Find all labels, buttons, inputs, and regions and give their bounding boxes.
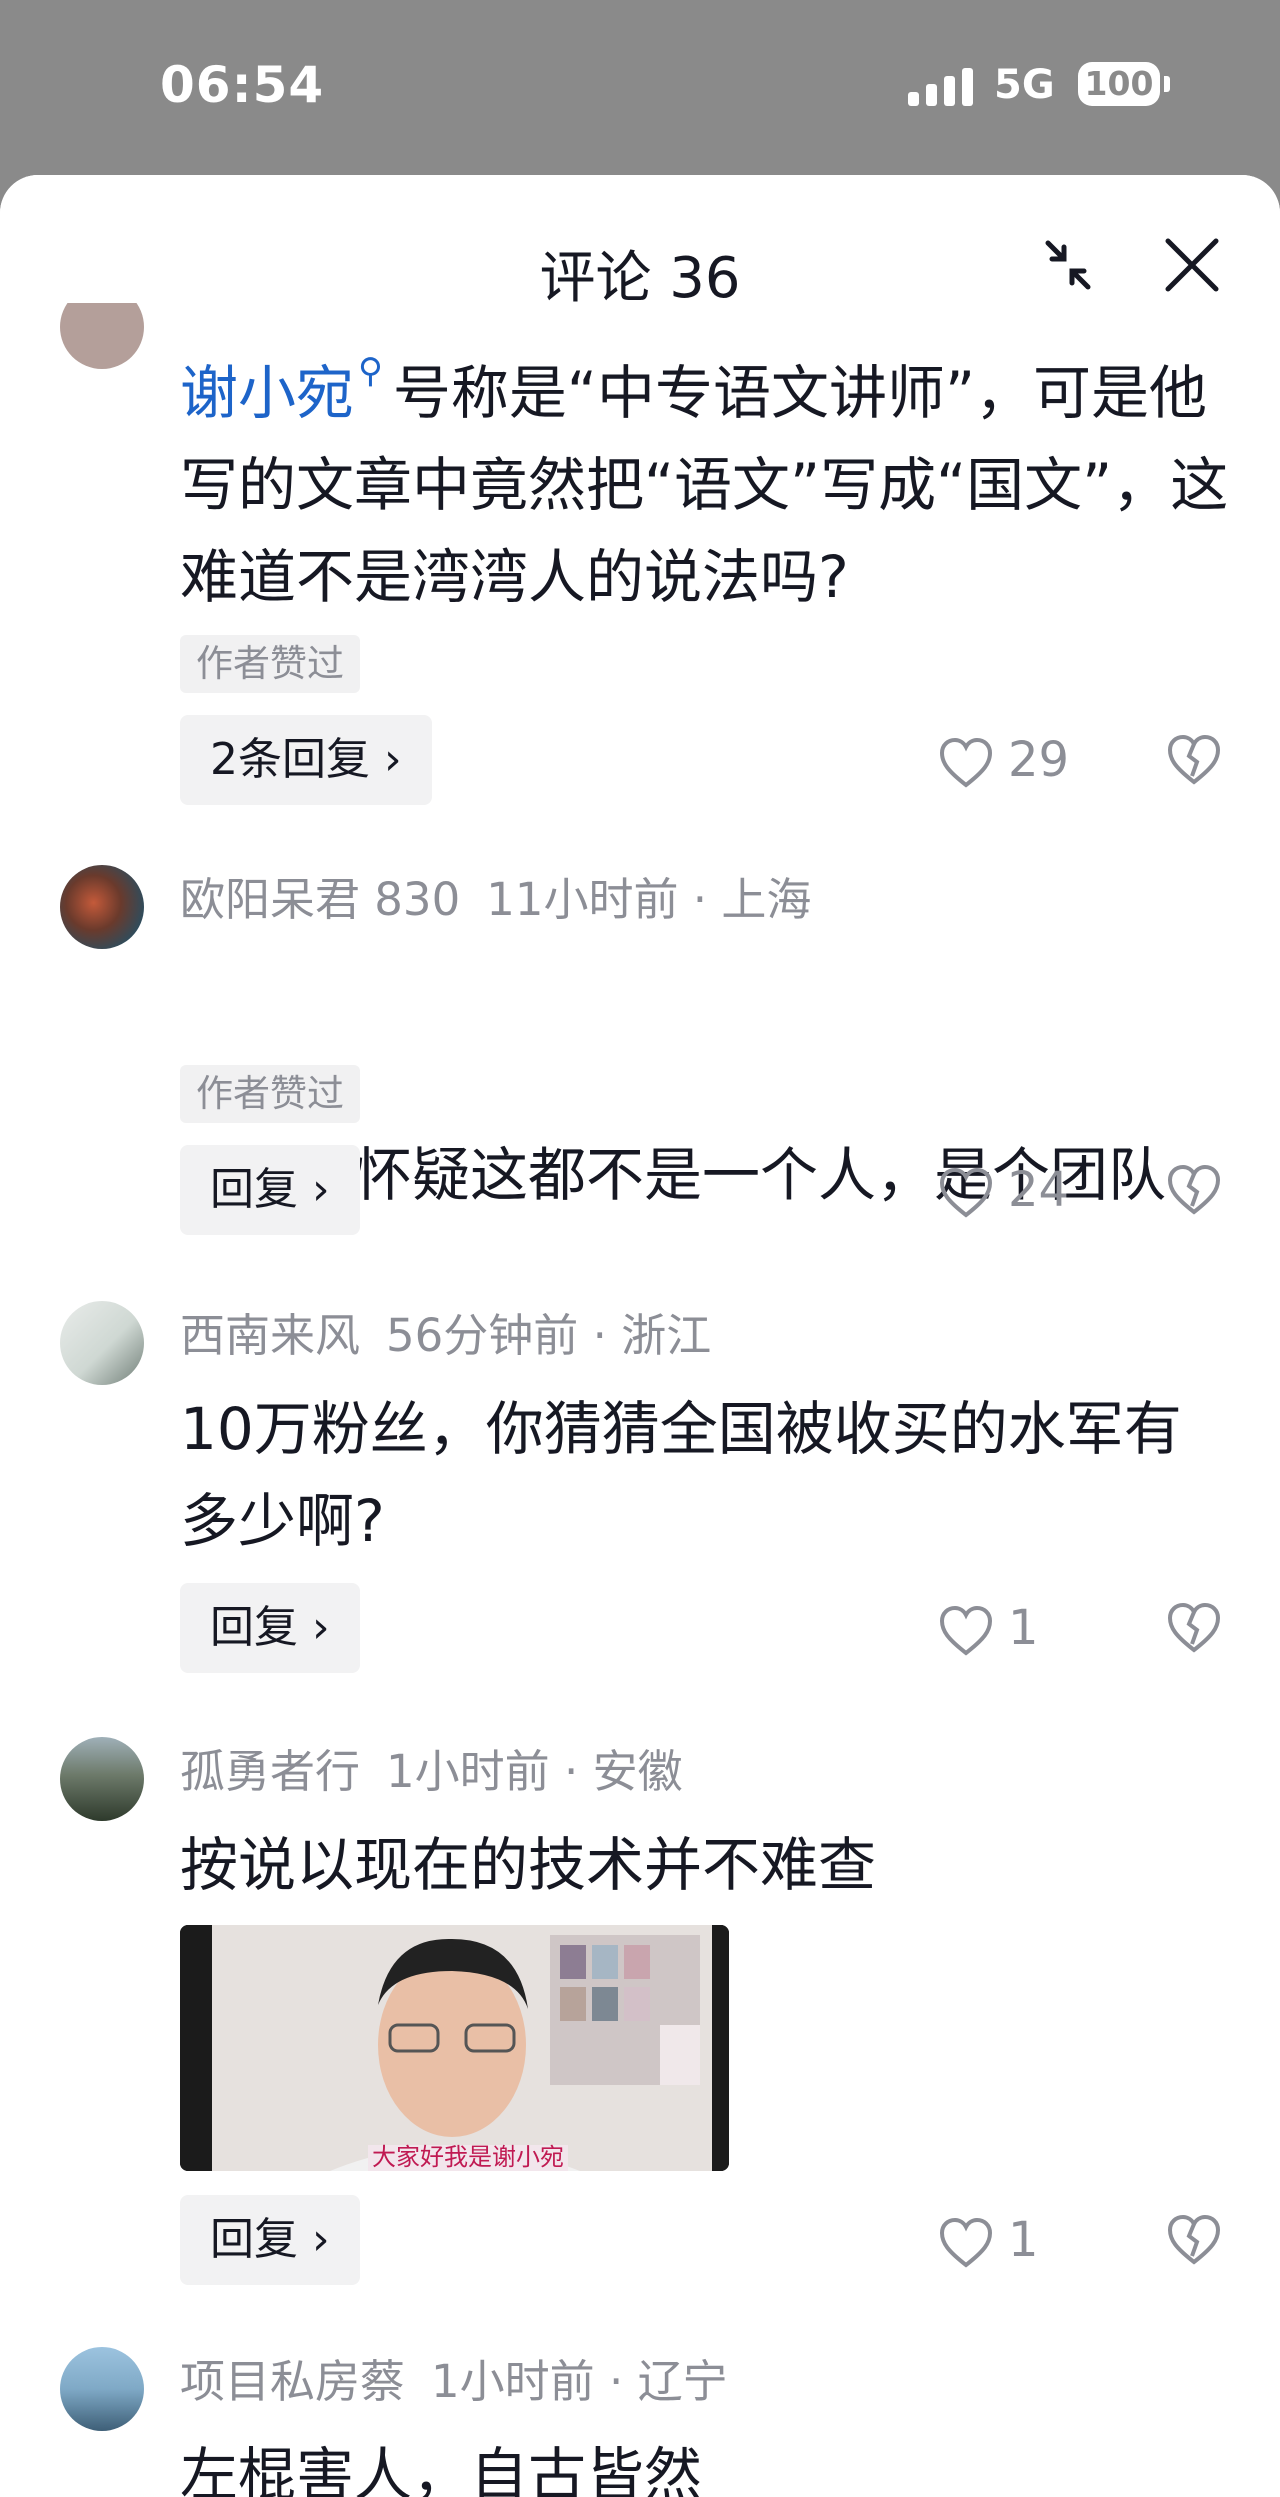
signal-icon: [908, 66, 974, 106]
broken-heart-icon: [1167, 1602, 1221, 1653]
comment-text: 左棍害人，自古皆然: [180, 2441, 703, 2497]
status-time: 06:54: [160, 56, 325, 114]
heart-icon: [939, 1167, 993, 1218]
avatar[interactable]: [60, 1301, 144, 1385]
comment-meta: 项目私房蔡 1小时前 · 辽宁: [180, 2355, 728, 2408]
like-button[interactable]: 1: [938, 2195, 1039, 2285]
chevron-right-icon: ›: [312, 2214, 330, 2265]
like-count: 1: [1008, 2212, 1039, 2268]
comment-time: 1小时前: [386, 1745, 550, 1798]
mention-link[interactable]: 谢小宛: [180, 359, 354, 427]
broken-heart-icon: [1167, 734, 1221, 785]
comment-text: 按说以现在的技术并不难查: [180, 1831, 877, 1899]
battery-icon: [1164, 76, 1170, 92]
like-button[interactable]: 1: [938, 1583, 1039, 1673]
video-thumbnail: [180, 1925, 729, 2171]
comment-image[interactable]: 大家好我是谢小宛: [180, 1925, 729, 2171]
comment-location: 上海: [721, 873, 812, 926]
reply-button[interactable]: 回复 ›: [180, 1145, 360, 1235]
reply-button[interactable]: 回复 ›: [180, 2195, 360, 2285]
search-icon: ⚲: [358, 351, 383, 391]
comments-sheet: 评论 36 谢小宛 ⚲ 号称是“中专语文讲师”，可是他写的文章中竟然把“语文”写成“…: [0, 175, 1280, 2497]
comment-location: 安徽: [592, 1745, 683, 1798]
comment-meta: 欧阳呆君 830 11小时前 · 上海: [180, 873, 812, 926]
heart-icon: [939, 2217, 993, 2268]
username[interactable]: 孤勇者行: [180, 1745, 360, 1798]
status-bar: 06:54 5G 100: [0, 0, 1280, 175]
close-icon: [1165, 238, 1219, 292]
author-liked-badge: 作者赞过: [180, 1065, 360, 1123]
avatar[interactable]: [60, 865, 144, 949]
close-button[interactable]: [1160, 233, 1224, 297]
comment-time: 11小时前: [486, 873, 679, 926]
video-caption: 大家好我是谢小宛: [372, 2143, 564, 2171]
like-button[interactable]: 29: [938, 715, 1069, 805]
dislike-button[interactable]: [1166, 1162, 1222, 1218]
username[interactable]: 项目私房蔡: [180, 2355, 405, 2408]
like-button[interactable]: 24: [938, 1145, 1069, 1235]
like-count: 24: [1008, 1162, 1070, 1218]
comment-location: 辽宁: [637, 2355, 728, 2408]
comment-text: 10万粉丝，你猜猜全国被收买的水军有多少啊?: [180, 1395, 1182, 1555]
like-count: 1: [1008, 1600, 1039, 1656]
collapse-icon: [1045, 240, 1091, 290]
comment-meta: 西南来风 56分钟前 · 浙江: [180, 1309, 712, 1362]
dislike-button[interactable]: [1166, 732, 1222, 788]
like-count: 29: [1008, 732, 1070, 788]
chevron-right-icon: ›: [312, 1602, 330, 1653]
comment-location: 浙江: [621, 1309, 712, 1362]
sheet-header: 评论 36: [0, 175, 1280, 311]
collapse-button[interactable]: [1038, 235, 1098, 295]
chevron-right-icon: ›: [384, 734, 402, 785]
chevron-right-icon: ›: [312, 1164, 330, 1215]
username[interactable]: 欧阳呆君 830: [180, 873, 460, 926]
comment-meta: 孤勇者行 1小时前 · 安徽: [180, 1745, 683, 1798]
heart-icon: [939, 737, 993, 788]
comment-time: 56分钟前: [386, 1309, 579, 1362]
reply-button[interactable]: 回复 ›: [180, 1583, 360, 1673]
dislike-button[interactable]: [1166, 1600, 1222, 1656]
comment-time: 1小时前: [431, 2355, 595, 2408]
network-type: 5G: [994, 62, 1055, 108]
heart-icon: [939, 1605, 993, 1656]
view-replies-button[interactable]: 2条回复 ›: [180, 715, 432, 805]
username[interactable]: 西南来风: [180, 1309, 360, 1362]
author-liked-badge: 作者赞过: [180, 635, 360, 693]
dislike-button[interactable]: [1166, 2212, 1222, 2268]
avatar[interactable]: [60, 1737, 144, 1821]
broken-heart-icon: [1167, 1164, 1221, 1215]
battery-level: 100: [1078, 62, 1160, 106]
avatar[interactable]: [60, 2347, 144, 2431]
broken-heart-icon: [1167, 2214, 1221, 2265]
comment-text: 谢小宛 ⚲ 号称是“中专语文讲师”，可是他写的文章中竟然把“语文”写成“国文”，这难…: [180, 347, 1230, 623]
